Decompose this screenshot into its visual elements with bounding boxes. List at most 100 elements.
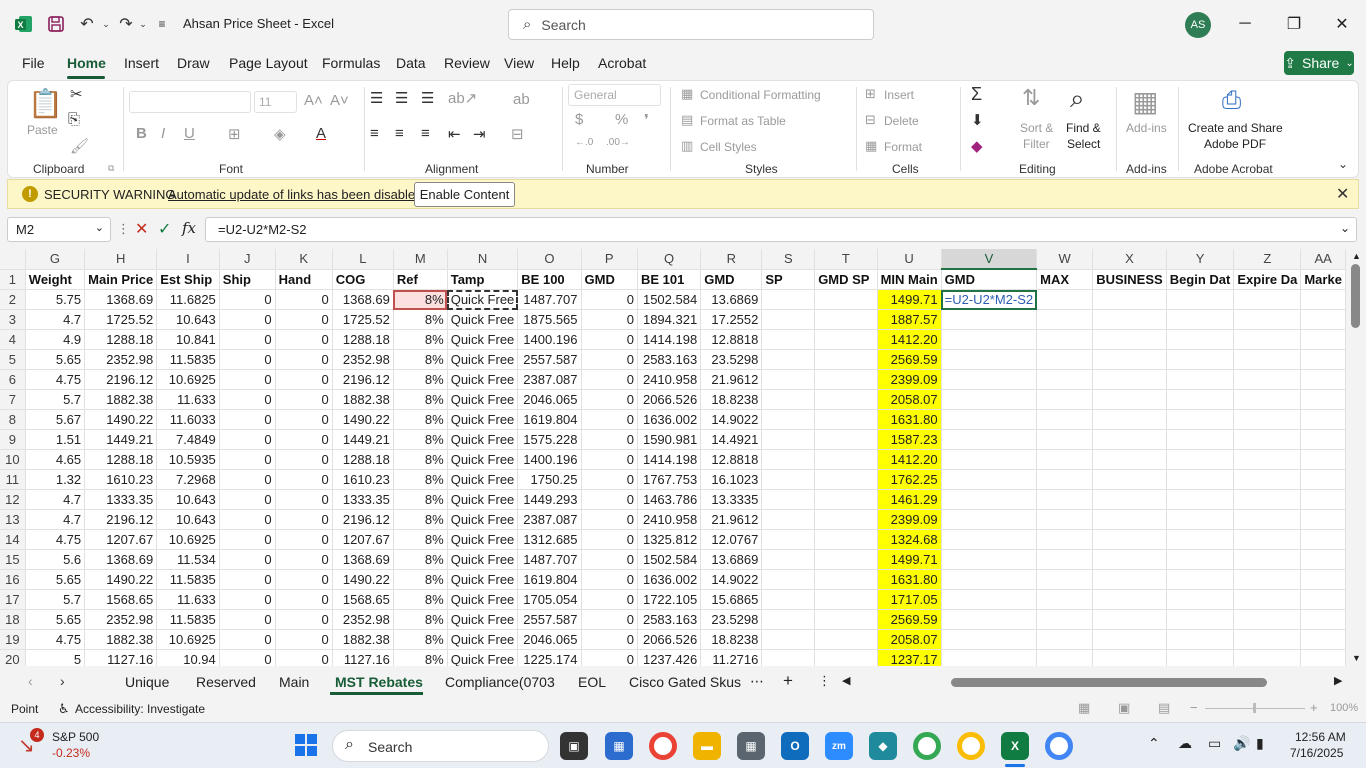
cell[interactable]: 2352.98 <box>84 609 158 630</box>
addins-button[interactable]: Add-ins <box>1126 121 1167 135</box>
cell[interactable]: 8% <box>393 389 448 410</box>
sheet-tab-compliance[interactable]: Compliance(0703 <box>445 674 555 690</box>
add-sheet-icon[interactable]: + <box>783 671 793 691</box>
cell[interactable]: 1.51 <box>25 429 86 450</box>
cell[interactable] <box>941 649 1038 666</box>
clear-icon[interactable]: ◆ <box>971 137 983 155</box>
header-cell[interactable]: GMD <box>581 269 638 290</box>
cell[interactable]: 5.65 <box>25 569 86 590</box>
column-header-v[interactable]: V <box>941 249 1038 270</box>
cell[interactable]: 1449.293 <box>517 489 582 510</box>
cell[interactable] <box>1300 309 1346 330</box>
formula-input[interactable]: =U2-U2*M2-S2 <box>205 217 1357 242</box>
cell[interactable]: 8% <box>393 609 448 630</box>
row-header[interactable]: 4 <box>0 329 26 350</box>
undo-icon[interactable]: ↶ <box>76 12 98 36</box>
row-header[interactable]: 1 <box>0 269 26 290</box>
cell[interactable]: 1882.38 <box>84 389 158 410</box>
cell[interactable]: 0 <box>581 409 638 430</box>
row-header[interactable]: 17 <box>0 589 26 610</box>
cell[interactable] <box>814 629 878 650</box>
cell[interactable] <box>761 609 816 630</box>
dialog-launcher-icon[interactable]: ⧉ <box>108 163 114 174</box>
align-center-icon[interactable]: ≡ <box>395 125 404 142</box>
header-cell[interactable]: COG <box>332 269 394 290</box>
cell[interactable] <box>1233 529 1302 550</box>
cell[interactable] <box>761 549 816 570</box>
cell[interactable]: 1449.21 <box>84 429 158 450</box>
cell[interactable]: Quick Free <box>447 309 519 330</box>
accessibility-status[interactable]: Accessibility: Investigate <box>75 702 205 716</box>
cell[interactable] <box>1092 289 1167 310</box>
cell[interactable] <box>1092 469 1167 490</box>
cell[interactable] <box>1166 289 1235 310</box>
cell[interactable] <box>1166 509 1235 530</box>
sheet-tab-eol[interactable]: EOL <box>578 674 606 690</box>
cell[interactable]: 0 <box>219 409 276 430</box>
header-cell[interactable]: Main Price <box>84 269 158 290</box>
redo-dropdown-icon[interactable]: ⌄ <box>137 12 149 36</box>
cell[interactable] <box>941 549 1038 570</box>
cell[interactable] <box>1300 509 1346 530</box>
redo-icon[interactable]: ↷ <box>115 12 137 36</box>
vpn-icon[interactable]: ◆ <box>869 732 897 760</box>
sort-filter-icon[interactable]: ⇅ <box>1022 85 1040 111</box>
cell[interactable] <box>1233 549 1302 570</box>
cell[interactable] <box>1166 469 1235 490</box>
bold-icon[interactable]: B <box>136 125 147 142</box>
cell[interactable]: 1127.16 <box>84 649 158 666</box>
percent-icon[interactable]: % <box>615 111 628 128</box>
cell[interactable]: 0 <box>275 569 333 590</box>
cell[interactable]: 0 <box>581 329 638 350</box>
cell[interactable]: 1490.22 <box>332 409 394 430</box>
close-icon[interactable]: ✕ <box>1327 10 1357 38</box>
cell[interactable] <box>1036 449 1094 470</box>
cell[interactable]: Quick Free <box>447 509 519 530</box>
page-layout-view-icon[interactable]: ▣ <box>1118 700 1130 716</box>
cell[interactable] <box>814 529 878 550</box>
find-select-label-1[interactable]: Find & <box>1066 121 1101 135</box>
find-icon[interactable]: ⌕ <box>1070 83 1085 115</box>
cell[interactable]: 8% <box>393 649 448 666</box>
cell[interactable]: 2196.12 <box>84 369 158 390</box>
cell[interactable] <box>1036 349 1094 370</box>
cell[interactable]: 8% <box>393 349 448 370</box>
volume-icon[interactable]: 🔊 <box>1233 735 1250 752</box>
cell[interactable]: 2569.59 <box>877 609 942 630</box>
align-top-icon[interactable]: ☰ <box>370 89 383 107</box>
cell[interactable]: 1207.67 <box>332 529 394 550</box>
cell[interactable]: 0 <box>581 469 638 490</box>
cell[interactable]: 5.65 <box>25 349 86 370</box>
horizontal-scroll-thumb[interactable] <box>951 678 1267 687</box>
insert-cells-button[interactable]: Insert <box>884 88 914 102</box>
accessibility-icon[interactable]: ♿ <box>58 701 70 717</box>
cell[interactable]: 1487.707 <box>517 549 582 570</box>
column-header-i[interactable]: I <box>156 249 220 270</box>
cell[interactable]: 2046.065 <box>517 629 582 650</box>
cell[interactable]: 10.841 <box>156 329 220 350</box>
column-header-r[interactable]: R <box>700 249 763 270</box>
cell[interactable]: 11.2716 <box>700 649 763 666</box>
tab-review[interactable]: Review <box>444 55 490 71</box>
cell[interactable] <box>1036 389 1094 410</box>
battery-icon[interactable]: ▮ <box>1256 735 1264 752</box>
wrap-text-icon[interactable]: ab <box>513 91 530 108</box>
cell[interactable]: Quick Free <box>447 349 519 370</box>
clock-date[interactable]: 7/16/2025 <box>1290 746 1343 760</box>
column-header-o[interactable]: O <box>517 249 582 270</box>
cell[interactable]: 1127.16 <box>332 649 394 666</box>
cell[interactable] <box>1092 389 1167 410</box>
zoom-in-icon[interactable]: + <box>1310 700 1318 715</box>
cell[interactable]: 0 <box>219 469 276 490</box>
cell[interactable] <box>814 309 878 330</box>
cell[interactable]: 5 <box>25 649 86 666</box>
cell[interactable] <box>1036 429 1094 450</box>
row-header[interactable]: 14 <box>0 529 26 550</box>
column-header-w[interactable]: W <box>1036 249 1094 270</box>
conditional-formatting-button[interactable]: Conditional Formatting <box>700 88 821 102</box>
orientation-icon[interactable]: ab↗ <box>448 89 477 107</box>
windows-start-icon[interactable] <box>294 733 318 760</box>
cell[interactable]: 1288.18 <box>332 329 394 350</box>
stock-name[interactable]: S&P 500 <box>52 730 99 744</box>
sheet-tab-cisco-gated-skus[interactable]: Cisco Gated Skus <box>629 674 741 690</box>
